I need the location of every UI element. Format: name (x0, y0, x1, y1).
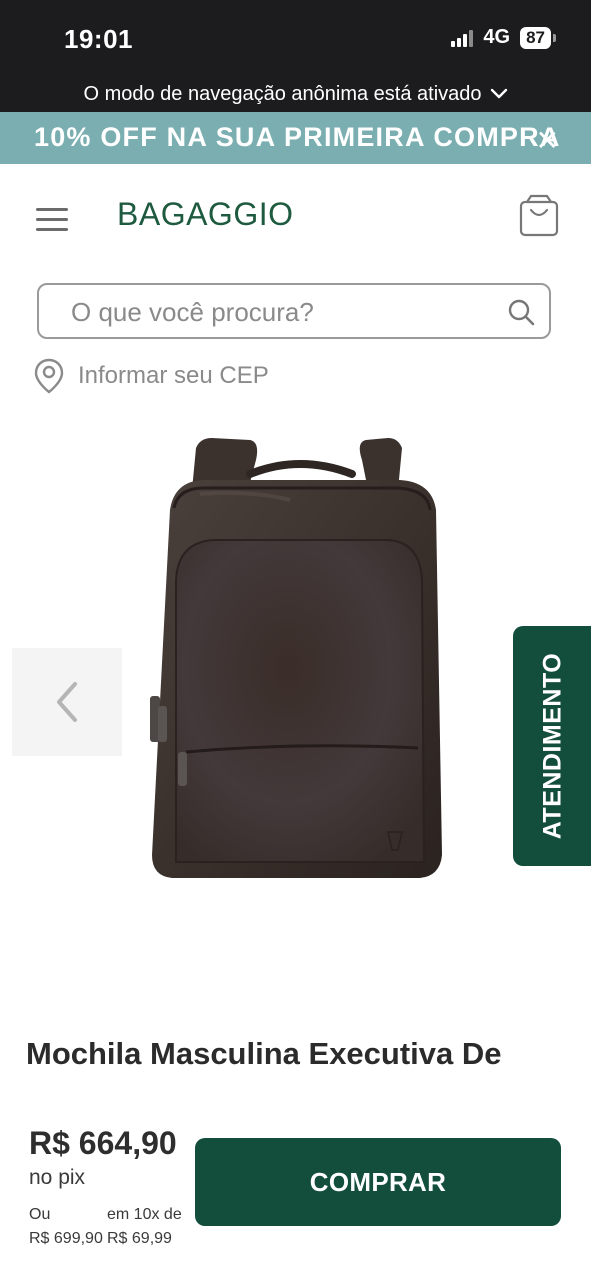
installments-label: em 10x de (107, 1206, 182, 1223)
installment-group: em 10x de R$ 69,99 (107, 1203, 182, 1251)
alt-label: Ou (29, 1206, 51, 1223)
price-block: R$ 664,90 no pix (29, 1124, 199, 1190)
incognito-text: O modo de navegação anônima está ativado (83, 82, 482, 105)
installment-value: R$ 69,99 (107, 1230, 172, 1247)
search-box (37, 283, 551, 339)
buy-button[interactable]: COMPRAR (195, 1138, 561, 1226)
signal-icon (451, 29, 474, 47)
atendimento-tab[interactable]: ATENDIMENTO (513, 626, 591, 866)
product-title: Mochila Masculina Executiva De (26, 1036, 502, 1071)
search-input[interactable] (69, 285, 493, 339)
incognito-bar[interactable]: O modo de navegação anônima está ativado (0, 76, 591, 112)
promo-banner[interactable]: 10% OFF NA SUA PRIMEIRA COMPRA ✕ (0, 112, 591, 164)
cep-label: Informar seu CEP (78, 362, 269, 389)
cep-link[interactable]: Informar seu CEP (34, 358, 269, 394)
atendimento-label: ATENDIMENTO (538, 652, 567, 840)
status-indicators: 4G 87 (451, 26, 556, 49)
alt-price: R$ 699,90 (29, 1230, 103, 1247)
close-icon[interactable]: ✕ (536, 124, 559, 157)
hamburger-menu-icon[interactable] (36, 208, 68, 232)
chevron-left-icon (57, 682, 77, 722)
product-image[interactable] (130, 430, 460, 900)
location-pin-icon (34, 358, 64, 394)
battery-indicator: 87 (520, 26, 556, 49)
status-time: 19:01 (64, 24, 133, 54)
site-header: BAGAGGIO (0, 164, 591, 268)
chevron-down-icon (490, 88, 507, 99)
brand-logo[interactable]: BAGAGGIO (117, 196, 293, 233)
carousel-prev-button[interactable] (12, 648, 122, 756)
promo-text: 10% OFF NA SUA PRIMEIRA COMPRA (34, 122, 561, 152)
pix-price: R$ 664,90 (29, 1125, 177, 1161)
status-bar: 19:01 4G 87 (0, 0, 591, 76)
shopping-bag-icon[interactable] (519, 194, 559, 238)
pix-label: no pix (29, 1166, 86, 1190)
alt-price-group: Ou R$ 699,90 (29, 1203, 103, 1251)
network-type: 4G (483, 26, 511, 48)
search-icon[interactable] (507, 298, 535, 326)
